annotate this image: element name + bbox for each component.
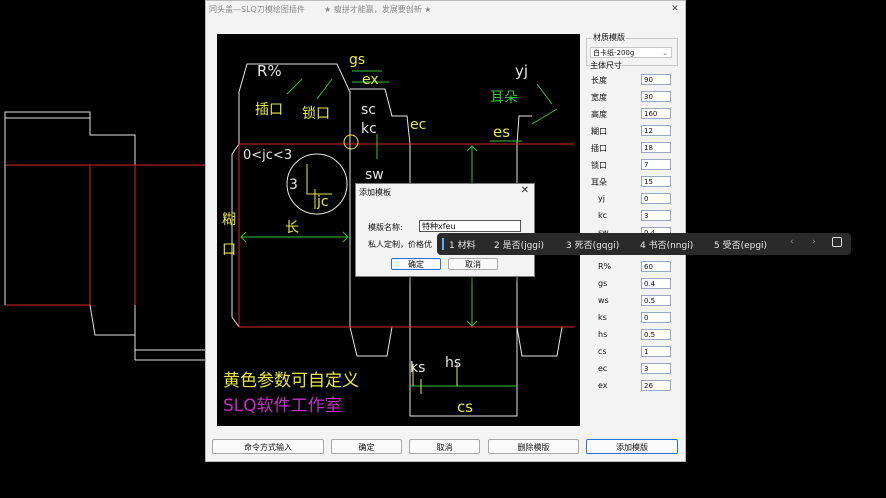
dialog-close-icon[interactable]: ✕ [521, 185, 529, 196]
template-select-value: 白卡纸-200g [593, 49, 635, 57]
label-hu: 糊 [222, 212, 236, 228]
param-label: 高度 [591, 110, 607, 119]
dialog-title: 添加模板 [359, 188, 391, 197]
note-studio: SLQ软件工作室 [223, 396, 342, 416]
template-group-title: 材质模版 [592, 32, 626, 43]
param-label: 耳朵 [591, 178, 607, 187]
label-sc: sc [361, 102, 376, 118]
label-es: es [493, 123, 510, 141]
param-input[interactable]: 90 [641, 74, 671, 85]
param-label: 插口 [591, 144, 607, 153]
param-input[interactable]: 160 [641, 108, 671, 119]
note-yellow-params: 黄色参数可自定义 [223, 371, 359, 391]
param-input[interactable]: 3 [641, 210, 671, 221]
size-group-title: 主体尺寸 [590, 61, 622, 70]
param-input[interactable]: 7 [641, 159, 671, 170]
param-label: ex [598, 381, 608, 390]
ime-candidate-5[interactable]: 5 受否(epgi) [714, 238, 767, 251]
param-label: hs [598, 330, 608, 339]
label-charu: 插口 [255, 102, 283, 118]
param-input[interactable]: 0 [641, 312, 671, 323]
delete-template-button[interactable]: 删除模版 [488, 439, 579, 454]
ime-candidate-bar: 1 材料 2 是否(jggi) 3 死否(gqgi) 4 书否(nngi) 5 … [437, 233, 851, 255]
label-three: 3 [289, 177, 298, 193]
private-custom-label: 私人定制，价格优 [368, 240, 432, 249]
add-template-dialog: 添加模板 ✕ 模版名称: 特种xfeu 私人定制，价格优 确定 取消 [355, 183, 535, 277]
label-erduo: 耳朵 [490, 90, 518, 106]
param-input[interactable]: 18 [641, 142, 671, 153]
dialog-ok-button[interactable]: 确定 [391, 258, 441, 270]
label-jc-condition: 0<jc<3 [243, 148, 292, 163]
template-select[interactable]: 白卡纸-200g ⌄ [590, 47, 672, 58]
param-label: 糊口 [591, 127, 607, 136]
param-input[interactable]: 30 [641, 91, 671, 102]
label-kc: kc [361, 121, 377, 137]
ime-candidate-1[interactable]: 1 材料 [449, 238, 476, 251]
param-input[interactable]: 1 [641, 346, 671, 357]
ime-next-icon[interactable]: › [812, 237, 816, 247]
param-label: ks [598, 313, 607, 322]
cancel-button[interactable]: 取消 [409, 439, 480, 454]
param-input[interactable]: 0.5 [641, 329, 671, 340]
param-label: yj [598, 194, 605, 203]
label-jc: jc [316, 194, 329, 210]
label-sw: sw [365, 167, 384, 183]
label-chang: 长 [285, 220, 299, 236]
label-gs: gs [349, 52, 365, 68]
ime-prev-icon[interactable]: ‹ [790, 237, 794, 247]
param-input[interactable]: 15 [641, 176, 671, 187]
ime-expand-icon[interactable] [832, 237, 842, 247]
label-suokou: 锁口 [302, 106, 330, 122]
ok-button[interactable]: 确定 [331, 439, 402, 454]
label-cs: cs [457, 398, 473, 416]
command-input-button[interactable]: 命令方式输入 [212, 439, 324, 454]
param-input[interactable]: 0.4 [641, 278, 671, 289]
param-input[interactable]: 3 [641, 363, 671, 374]
param-label: 锁口 [591, 161, 607, 170]
param-label: gs [598, 279, 608, 288]
param-input[interactable]: 60 [641, 261, 671, 272]
add-template-button[interactable]: 添加模版 [586, 439, 678, 454]
label-ex: ex [362, 72, 379, 88]
window-title: 同头盖—SLQ刀模绘图插件 [209, 5, 305, 14]
param-label: ec [598, 364, 608, 373]
chevron-down-icon: ⌄ [662, 49, 668, 57]
param-label: ws [598, 296, 609, 305]
parameter-sidebar: 材质模版 白卡纸-200g ⌄ 主体尺寸 长度 90 宽度 30 高度 160 糊口 12 插口… [586, 1, 682, 431]
window-slogan: ★ 瘦拼才能赢，发展要创新 ★ [324, 5, 432, 14]
dialog-cancel-button[interactable]: 取消 [448, 258, 498, 270]
ime-candidate-3[interactable]: 3 死否(gqgi) [566, 238, 619, 251]
ime-selection-marker [442, 238, 444, 250]
label-kou: 口 [222, 242, 236, 258]
param-input[interactable]: 12 [641, 125, 671, 136]
param-input[interactable]: 0.5 [641, 295, 671, 306]
param-label: 宽度 [591, 93, 607, 102]
param-label: 长度 [591, 76, 607, 85]
param-input[interactable]: 0 [641, 193, 671, 204]
param-label: R% [598, 262, 612, 271]
label-hs: hs [445, 355, 461, 371]
param-input[interactable]: 26 [641, 380, 671, 391]
ime-candidate-2[interactable]: 2 是否(jggi) [494, 238, 544, 251]
template-name-label: 模版名称: [368, 223, 403, 232]
param-label: kc [598, 211, 608, 220]
ime-candidate-4[interactable]: 4 书否(nngi) [640, 238, 693, 251]
template-name-input[interactable]: 特种xfeu [419, 220, 521, 232]
label-ks: ks [410, 360, 425, 376]
param-label: cs [598, 347, 607, 356]
label-yj: yj [515, 62, 528, 80]
label-ec: ec [410, 117, 426, 133]
label-r-percent: R% [257, 62, 282, 80]
